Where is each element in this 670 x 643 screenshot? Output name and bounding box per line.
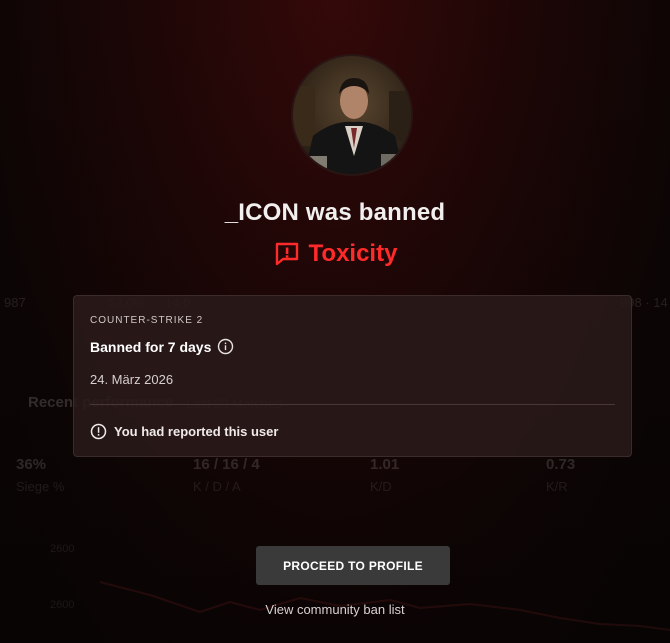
game-name: COUNTER-STRIKE 2 (90, 315, 204, 326)
ban-details-card: COUNTER-STRIKE 2 Banned for 7 days 24. M… (73, 295, 632, 457)
reported-notice: You had reported this user (90, 423, 278, 440)
ban-title: _ICON was banned (224, 199, 446, 226)
card-divider (90, 404, 615, 405)
alert-circle-icon (90, 423, 107, 440)
report-message-icon (275, 242, 298, 266)
ban-date: 24. März 2026 (90, 372, 174, 387)
ban-reason: Toxicity (0, 240, 670, 268)
community-ban-list-link[interactable]: View community ban list (0, 602, 670, 617)
ban-duration: Banned for 7 days (90, 338, 212, 355)
proceed-to-profile-button[interactable]: PROCEED TO PROFILE (256, 546, 450, 585)
reported-label: You had reported this user (114, 424, 279, 439)
info-icon[interactable] (217, 338, 234, 355)
ban-duration-row: Banned for 7 days (90, 338, 234, 355)
ban-reason-label: Toxicity (308, 240, 398, 267)
avatar-image (293, 56, 411, 174)
player-avatar (291, 54, 413, 176)
